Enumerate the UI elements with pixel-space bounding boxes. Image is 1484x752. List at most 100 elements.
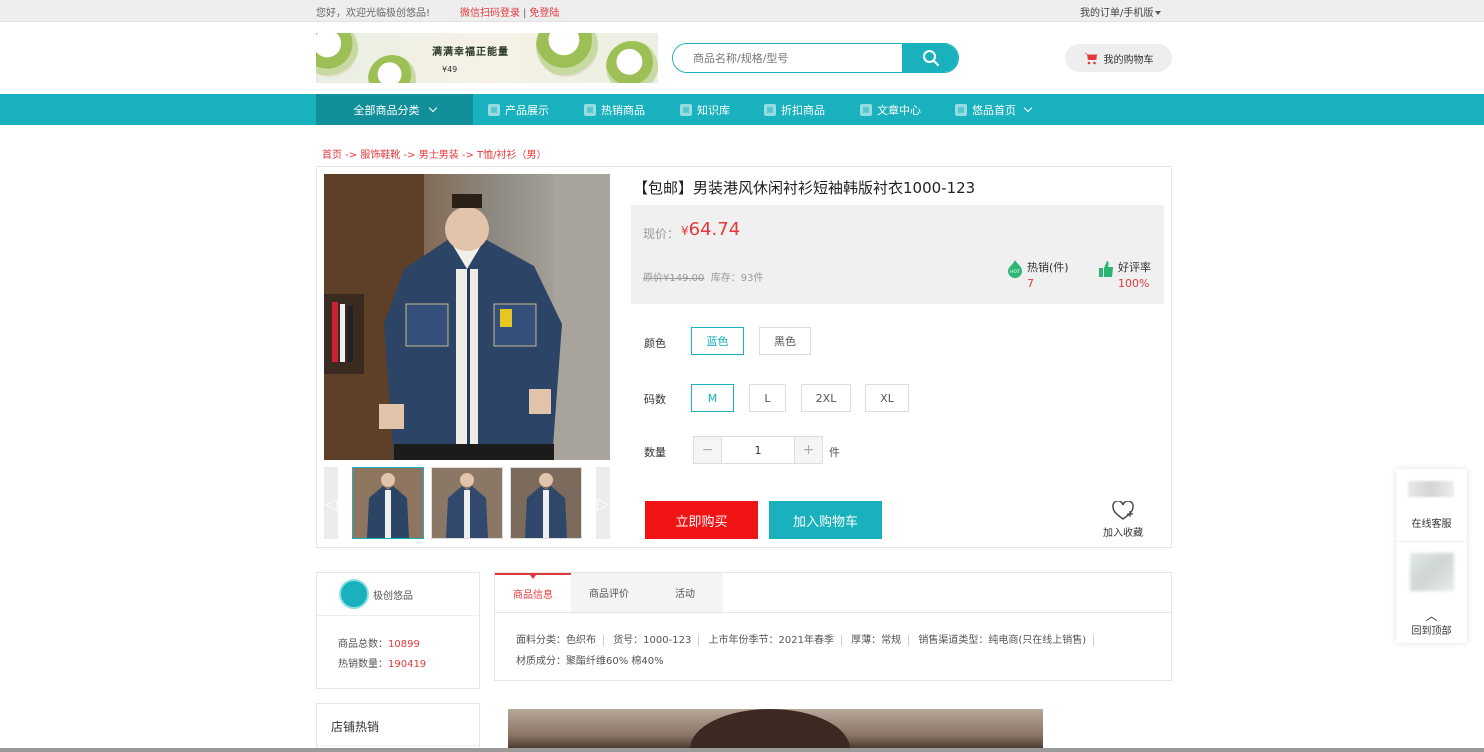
nav-item-label: 折扣商品 bbox=[781, 103, 825, 117]
original-price-stock: 原价¥149.00 库存：93件 bbox=[643, 269, 763, 284]
all-categories-button[interactable]: 全部商品分类 bbox=[316, 94, 473, 125]
shop-total-value: 10899 bbox=[388, 639, 420, 650]
nav-item-discount[interactable]: 折扣商品 bbox=[764, 94, 825, 125]
nav-item-label: 热销商品 bbox=[601, 103, 645, 117]
nav-item-articles[interactable]: 文章中心 bbox=[860, 94, 921, 125]
quantity-input[interactable]: 1 bbox=[722, 437, 794, 463]
divider bbox=[495, 612, 1171, 613]
wechat-login-link[interactable]: 微信扫码登录 bbox=[460, 8, 520, 19]
search-box bbox=[672, 43, 959, 73]
nav-item-label: 文章中心 bbox=[877, 103, 921, 117]
horizontal-scrollbar[interactable] bbox=[0, 748, 1484, 752]
currency-symbol: ¥ bbox=[681, 224, 689, 238]
size-option-m[interactable]: M bbox=[691, 384, 734, 412]
attribute-item: 销售渠道类型：纯电商(只在线上销售) bbox=[918, 635, 1095, 646]
book-icon bbox=[680, 103, 692, 116]
attribute-item: 货号：1000-123 bbox=[613, 635, 700, 646]
attribute-item: 面料分类：色织布 bbox=[516, 635, 604, 646]
size-option-l[interactable]: L bbox=[749, 384, 786, 412]
main-nav: 全部商品分类 产品展示 热销商品 知识库 折扣商品 文章中心 悠品首页 bbox=[0, 94, 1484, 125]
nav-item-home[interactable]: 悠品首页 bbox=[955, 94, 1033, 125]
thumbnail-2[interactable] bbox=[431, 467, 503, 539]
product-main-image[interactable] bbox=[324, 174, 610, 460]
thumbnail-strip: ◁ ▷ bbox=[324, 467, 610, 539]
quantity-stepper: − 1 + bbox=[693, 436, 823, 464]
attribute-item: 厚薄：常规 bbox=[851, 635, 910, 646]
online-service-button[interactable]: 在线客服 bbox=[1396, 515, 1467, 530]
tab-bar: 商品信息 商品评价 活动 bbox=[495, 573, 723, 612]
cart-icon bbox=[1083, 52, 1097, 64]
home-icon bbox=[955, 103, 967, 116]
size-option-xl[interactable]: XL bbox=[865, 384, 909, 412]
cart-label: 我的购物车 bbox=[1103, 54, 1154, 66]
quantity-minus-button[interactable]: − bbox=[694, 437, 722, 463]
divider bbox=[317, 745, 479, 746]
add-favorite-button[interactable]: 加入收藏 bbox=[1101, 500, 1145, 541]
food-bowl-image bbox=[316, 33, 358, 77]
buy-now-button[interactable]: 立即购买 bbox=[645, 501, 758, 539]
divider bbox=[1396, 541, 1467, 542]
heart-icon bbox=[1112, 500, 1134, 520]
model-photo bbox=[690, 709, 850, 752]
chevron-down-icon bbox=[428, 103, 437, 112]
svg-text:HOT: HOT bbox=[1010, 269, 1020, 275]
color-label: 颜色 bbox=[644, 337, 666, 350]
attribute-item: 材质成分：聚酯纤维60% 棉40% bbox=[516, 656, 664, 667]
size-option-2xl[interactable]: 2XL bbox=[801, 384, 851, 412]
thumb-next-button[interactable]: ▷ bbox=[596, 467, 610, 539]
quantity-label: 数量 bbox=[644, 446, 666, 459]
thumbnail-1[interactable] bbox=[352, 467, 424, 539]
product-title: 【包邮】男装港风休闲衬衫短袖韩版衬衣1000-123 bbox=[633, 179, 976, 197]
shop-logo-icon[interactable] bbox=[339, 579, 369, 609]
shirt-thumb-image bbox=[511, 468, 581, 538]
fire-icon bbox=[584, 103, 596, 116]
product-detail-tabs: 商品信息 商品评价 活动 面料分类：色织布 货号：1000-123 上市年份季节… bbox=[494, 572, 1172, 681]
tab-activity[interactable]: 活动 bbox=[647, 573, 723, 612]
register-link[interactable]: 免登陆 bbox=[529, 8, 559, 19]
rating-value: 100% bbox=[1118, 277, 1150, 290]
search-input[interactable] bbox=[673, 44, 903, 72]
original-price: 原价¥149.00 bbox=[643, 273, 705, 284]
price-value: 64.74 bbox=[688, 219, 741, 240]
add-to-cart-button[interactable]: 加入购物车 bbox=[769, 501, 882, 539]
tab-product-info[interactable]: 商品信息 bbox=[495, 573, 571, 612]
login-links: 微信扫码登录 | 免登陆 bbox=[460, 4, 559, 19]
back-to-top-button[interactable]: 回到顶部 bbox=[1396, 622, 1467, 637]
thumbnail-3[interactable] bbox=[510, 467, 582, 539]
current-price: ¥64.74 bbox=[681, 219, 740, 240]
promo-banner[interactable]: 满满幸福正能量 ¥49 bbox=[316, 33, 658, 83]
color-option-black[interactable]: 黑色 bbox=[759, 327, 811, 355]
triangle-right-icon: ▷ bbox=[596, 493, 610, 513]
my-orders-link[interactable]: 我的订单/手机版 bbox=[1080, 4, 1162, 19]
stock: 库存：93件 bbox=[710, 273, 764, 284]
document-icon bbox=[860, 103, 872, 116]
favorite-label: 加入收藏 bbox=[1103, 528, 1143, 539]
shop-name[interactable]: 极创悠品 bbox=[373, 587, 413, 602]
thumb-prev-button[interactable]: ◁ bbox=[324, 467, 338, 539]
search-button[interactable] bbox=[902, 44, 958, 72]
nav-item-products[interactable]: 产品展示 bbox=[488, 94, 549, 125]
food-bowl-image bbox=[536, 33, 598, 77]
hot-icon: HOT bbox=[1008, 260, 1022, 278]
my-cart-button[interactable]: 我的购物车 bbox=[1065, 44, 1172, 72]
breadcrumb[interactable]: 首页 -> 服饰鞋靴 -> 男士男装 -> T恤/衬衫（男） bbox=[322, 146, 547, 161]
color-option-blue[interactable]: 蓝色 bbox=[691, 327, 744, 355]
nav-item-hot[interactable]: 热销商品 bbox=[584, 94, 645, 125]
nav-item-knowledge[interactable]: 知识库 bbox=[680, 94, 730, 125]
price-label: 现价： bbox=[643, 227, 680, 241]
product-attributes: 面料分类：色织布 货号：1000-123 上市年份季节：2021年春季 厚薄：常… bbox=[516, 630, 1156, 672]
top-bar: 您好，欢迎光临极创悠品! 微信扫码登录 | 免登陆 我的订单/手机版 bbox=[0, 0, 1484, 22]
size-label: 码数 bbox=[644, 393, 666, 406]
shop-sales-label: 热销数量： bbox=[338, 659, 388, 670]
nav-item-label: 悠品首页 bbox=[972, 103, 1016, 117]
shop-sales-row: 热销数量：190419 bbox=[338, 655, 426, 670]
chevron-down-icon bbox=[1023, 103, 1033, 112]
product-detail-image bbox=[508, 709, 1043, 752]
all-categories-label: 全部商品分类 bbox=[353, 103, 420, 117]
thumbs-up-icon bbox=[1099, 261, 1113, 277]
welcome-text: 您好，欢迎光临极创悠品! bbox=[316, 8, 431, 19]
triangle-left-icon: ◁ bbox=[324, 493, 338, 513]
quantity-plus-button[interactable]: + bbox=[794, 437, 822, 463]
qr-code-image bbox=[1410, 553, 1454, 591]
tab-reviews[interactable]: 商品评价 bbox=[571, 573, 647, 612]
